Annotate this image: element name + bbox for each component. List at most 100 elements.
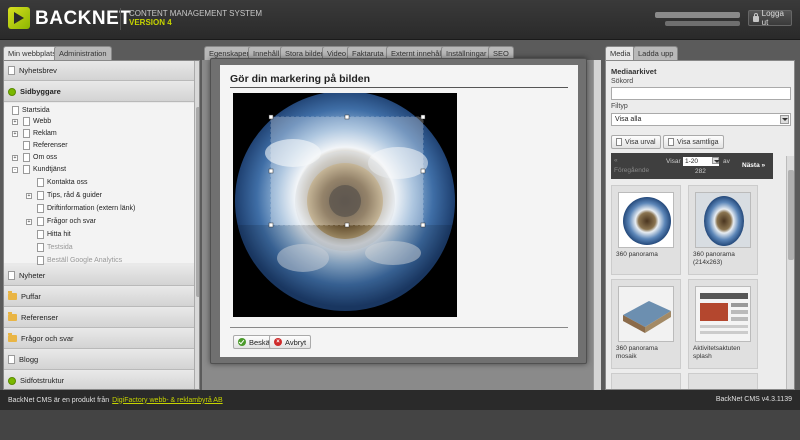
crop-dialog: Gör din markering på bilden Beskär × Avb… [210, 58, 587, 364]
page-icon [23, 117, 30, 126]
left-scrollbar[interactable] [194, 61, 199, 389]
digifactory-link[interactable]: DigiFactory webb- & reklambyrå AB [112, 397, 222, 404]
section-nyheter[interactable]: Nyheter [4, 266, 194, 286]
media-item[interactable]: 360 panorama (214x263) [688, 185, 758, 275]
section-sidfotstruktur[interactable]: Sidfotstruktur [4, 371, 194, 389]
tree-item-kontakta-oss[interactable]: Kontakta oss [37, 178, 87, 187]
tree-item-tips[interactable]: + Tips, råd & guider [26, 191, 102, 200]
media-caption: 360 panorama mosaik [616, 345, 658, 360]
bottom-bar [0, 410, 800, 440]
media-archive-title: Mediaarkivet [611, 67, 657, 76]
media-scrollbar[interactable] [786, 156, 794, 389]
tree-item-driftinformation[interactable]: Driftinformation (extern länk) [37, 204, 135, 213]
panorama-image[interactable] [233, 93, 457, 317]
page-icon [23, 153, 30, 162]
section-label: Sidbyggare [20, 87, 61, 96]
media-caption: 360 panorama [616, 251, 658, 258]
header-divider [120, 8, 121, 30]
page-icon [37, 178, 44, 187]
media-item[interactable]: 360 panorama [611, 185, 681, 275]
cancel-button-label: Avbryt [285, 337, 307, 347]
page-range-select[interactable]: 1-20 [683, 157, 720, 166]
external-link-icon [37, 204, 44, 213]
media-archive-panel: Mediaarkivet Sökord Filtyp Visa alla Vis… [605, 60, 795, 390]
expand-icon[interactable]: + [12, 130, 18, 137]
crop-image-canvas[interactable] [233, 93, 457, 317]
title-divider [230, 87, 568, 88]
tree-label: Driftinformation (extern länk) [47, 205, 136, 212]
tree-item-webb[interactable]: + Webb [12, 117, 51, 126]
section-puffar[interactable]: Puffar [4, 287, 194, 307]
section-referenser[interactable]: Referenser [4, 308, 194, 328]
media-caption: 360 panorama (214x263) [693, 251, 735, 266]
page-tree: Startsida + Webb + Reklam Referenser + O… [4, 103, 194, 265]
crop-dialog-body: Gör din markering på bilden Beskär × Avb… [220, 65, 578, 357]
tab-min-webbplats[interactable]: Min webbplats [3, 46, 61, 60]
scrollbar-thumb[interactable] [788, 170, 794, 260]
search-label: Sökord [611, 78, 634, 85]
tree-item-fragor-och-svar[interactable]: + Frågor och svar [26, 217, 96, 226]
tree-item-kundtjanst[interactable]: - Kundtjänst [12, 165, 66, 174]
section-label: Referenser [21, 313, 59, 322]
tree-label: Om oss [33, 154, 58, 161]
collapse-icon[interactable]: - [12, 166, 18, 173]
page-icon [12, 106, 19, 115]
tree-item-google-analytics[interactable]: Beställ Google Analytics [37, 256, 122, 265]
user-info-redacted [655, 12, 740, 18]
filetype-value: Visa alla [615, 116, 642, 123]
tree-label: Testsida [47, 244, 73, 251]
editor-scrollbar[interactable] [593, 60, 601, 390]
tree-label: Webb [33, 118, 52, 125]
tree-item-startsida[interactable]: Startsida [12, 106, 50, 115]
page-range-value: 1-20 [685, 158, 699, 165]
media-item[interactable] [611, 373, 681, 389]
expand-icon[interactable]: + [26, 192, 32, 199]
section-sidbyggare[interactable]: Sidbyggare [4, 82, 194, 102]
previous-link[interactable]: Föregående [614, 167, 649, 174]
filetype-select[interactable]: Visa alla [611, 113, 791, 126]
media-item[interactable]: Aktivitetsaktuten splash [688, 279, 758, 369]
logout-label: Logga ut [761, 9, 784, 27]
user-info-redacted-2 [665, 21, 740, 26]
scrollbar-thumb[interactable] [196, 107, 199, 297]
tree-item-om-oss[interactable]: + Om oss [12, 153, 57, 162]
search-input[interactable] [611, 87, 791, 100]
tree-label: Kundtjänst [33, 166, 67, 173]
tab-media[interactable]: Media [605, 46, 636, 60]
section-fragor-och-svar[interactable]: Frågor och svar [4, 329, 194, 349]
expand-icon[interactable]: + [12, 154, 18, 161]
green-dot-icon [8, 376, 16, 385]
page-icon [23, 165, 30, 174]
pagination-bar: « Föregående Visar 1-20 av 282 Nästa » [611, 153, 773, 179]
next-link[interactable]: Nästa » [742, 162, 765, 169]
folder-icon [8, 312, 17, 321]
section-nyhetsbrev[interactable]: Nyhetsbrev [4, 61, 194, 81]
cancel-button[interactable]: × Avbryt [269, 335, 312, 349]
footer-divider [230, 327, 568, 328]
expand-icon[interactable]: + [12, 118, 18, 125]
tab-ladda-upp[interactable]: Ladda upp [633, 46, 679, 60]
expand-icon[interactable]: + [26, 218, 32, 225]
page-icon [37, 256, 44, 265]
logout-button[interactable]: Logga ut [748, 9, 792, 27]
show-selection-button[interactable]: Visa urval [611, 135, 661, 149]
document-icon [668, 138, 674, 146]
backnet-logo-icon [8, 7, 30, 29]
page-icon [8, 66, 15, 75]
show-all-button[interactable]: Visa samtliga [663, 135, 724, 149]
media-item[interactable] [688, 373, 758, 389]
tree-item-reklam[interactable]: + Reklam [12, 129, 57, 138]
media-item[interactable]: 360 panorama mosaik [611, 279, 681, 369]
tree-item-hitta-hit[interactable]: Hitta hit [37, 230, 71, 239]
close-icon: × [274, 338, 282, 346]
media-thumbnail [618, 286, 674, 342]
tree-item-referenser[interactable]: Referenser [23, 141, 68, 150]
section-label: Nyhetsbrev [19, 66, 57, 75]
page-icon [23, 129, 30, 138]
tab-administration[interactable]: Administration [54, 46, 112, 60]
media-caption: Aktivitetsaktuten splash [693, 345, 741, 360]
section-blogg[interactable]: Blogg [4, 350, 194, 370]
tree-item-testsida[interactable]: Testsida [37, 243, 73, 252]
page-icon [37, 191, 44, 200]
media-thumbnail [695, 192, 751, 248]
